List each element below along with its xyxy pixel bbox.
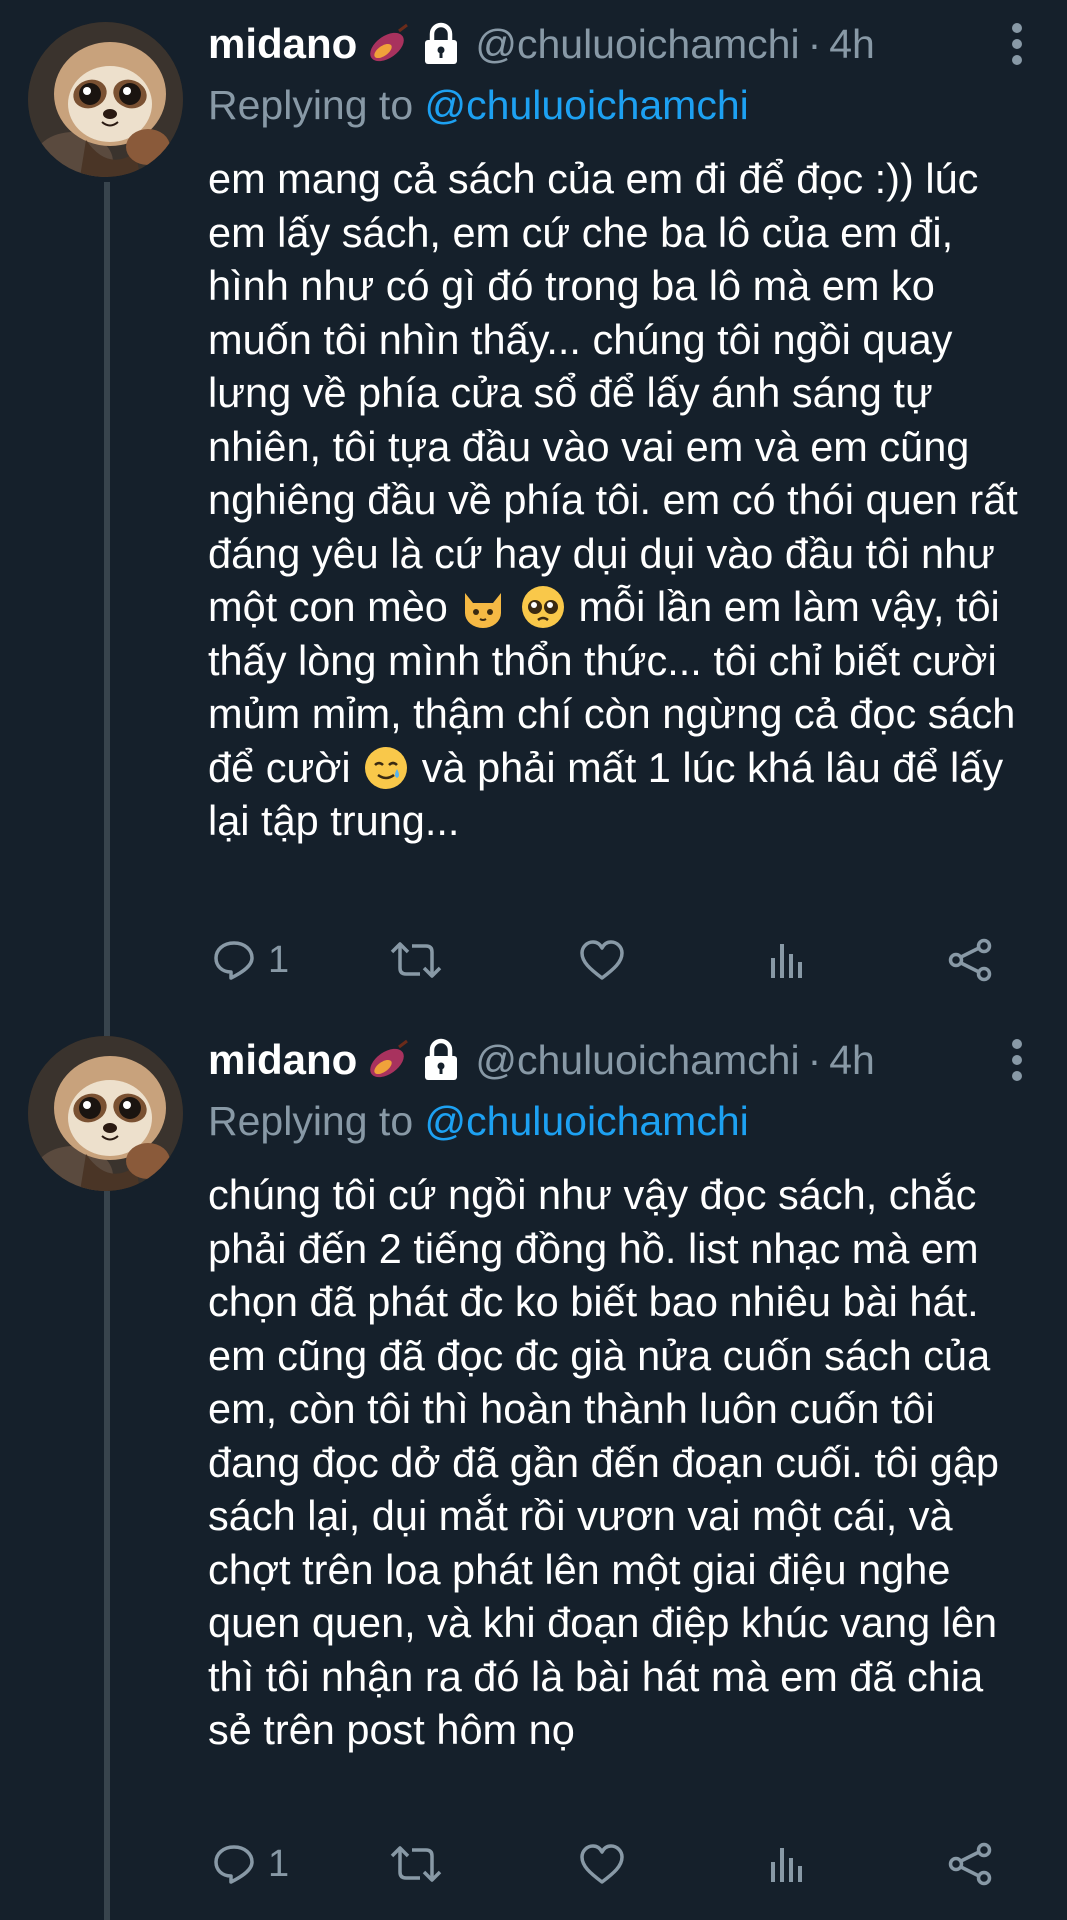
- tweet-header: midano @chuluoichamchi · 4h: [208, 1032, 1027, 1088]
- tweet-header: midano @chuluoichamchi · 4h: [208, 16, 1027, 72]
- tweet-timestamp[interactable]: 4h: [829, 21, 875, 68]
- more-options-icon[interactable]: [1007, 20, 1027, 68]
- reply-count: 1: [268, 1842, 290, 1885]
- replying-to-label: Replying to: [208, 82, 414, 128]
- share-icon: [948, 938, 992, 982]
- tweet-text-content: chúng tôi cứ ngồi như vậy đọc sách, chắc…: [208, 1171, 999, 1753]
- user-handle[interactable]: @chuluoichamchi: [475, 1037, 799, 1084]
- analytics-button[interactable]: [764, 1834, 808, 1894]
- tweet-2[interactable]: midano @chuluoichamchi · 4h Replying to …: [0, 1010, 1067, 1920]
- like-button[interactable]: [578, 930, 626, 990]
- analytics-icon: [771, 1848, 802, 1882]
- avatar[interactable]: [28, 1036, 183, 1191]
- separator-dot: ·: [807, 1036, 822, 1083]
- retweet-icon: [390, 1846, 442, 1882]
- tweet-text: em mang cả sách của em đi để đọc :)) lúc…: [208, 152, 1038, 848]
- sloth-plush-avatar-icon: [28, 1036, 183, 1191]
- separator-dot: ·: [807, 20, 822, 67]
- reply-icon: [214, 1845, 254, 1884]
- replying-to: Replying to @chuluoichamchi: [208, 82, 749, 129]
- retweet-icon: [390, 942, 442, 978]
- tweet-1[interactable]: midano @chuluoichamchi · 4h Replying to …: [0, 0, 1067, 1010]
- share-icon: [948, 1842, 992, 1886]
- reply-button[interactable]: 1: [212, 1834, 289, 1894]
- retweet-button[interactable]: [388, 930, 444, 990]
- replying-to-mention[interactable]: @chuluoichamchi: [425, 82, 749, 128]
- more-options-icon[interactable]: [1007, 1036, 1027, 1084]
- lock-icon: [421, 1037, 461, 1083]
- share-button[interactable]: [946, 930, 994, 990]
- sloth-plush-avatar-icon: [28, 22, 183, 177]
- avatar[interactable]: [28, 22, 183, 177]
- reply-icon: [214, 941, 254, 980]
- tweet-timestamp[interactable]: 4h: [829, 1037, 875, 1084]
- smiling-face-with-tear-emoji-icon: [362, 744, 410, 792]
- retweet-button[interactable]: [388, 1834, 444, 1894]
- tweet-actions: 1: [208, 930, 1008, 990]
- sweet-potato-emoji-icon: [365, 1037, 411, 1083]
- like-icon: [580, 940, 624, 980]
- tweet-text: chúng tôi cứ ngồi như vậy đọc sách, chắc…: [208, 1168, 1038, 1757]
- analytics-icon: [771, 944, 802, 978]
- cat-emoji-icon: [459, 583, 507, 631]
- display-name[interactable]: midano: [208, 1036, 357, 1084]
- like-button[interactable]: [578, 1834, 626, 1894]
- user-handle[interactable]: @chuluoichamchi: [475, 21, 799, 68]
- pleading-face-emoji-icon: [519, 583, 567, 631]
- replying-to-label: Replying to: [208, 1098, 414, 1144]
- share-button[interactable]: [946, 1834, 994, 1894]
- like-icon: [580, 1844, 624, 1884]
- lock-icon: [421, 21, 461, 67]
- replying-to: Replying to @chuluoichamchi: [208, 1098, 749, 1145]
- display-name[interactable]: midano: [208, 20, 357, 68]
- reply-count: 1: [268, 938, 290, 981]
- tweet-text-part-1: em mang cả sách của em đi để đọc :)) lúc…: [208, 155, 1018, 630]
- analytics-button[interactable]: [764, 930, 808, 990]
- tweet-actions: 1: [208, 1834, 1008, 1894]
- replying-to-mention[interactable]: @chuluoichamchi: [425, 1098, 749, 1144]
- reply-button[interactable]: 1: [212, 930, 289, 990]
- sweet-potato-emoji-icon: [365, 21, 411, 67]
